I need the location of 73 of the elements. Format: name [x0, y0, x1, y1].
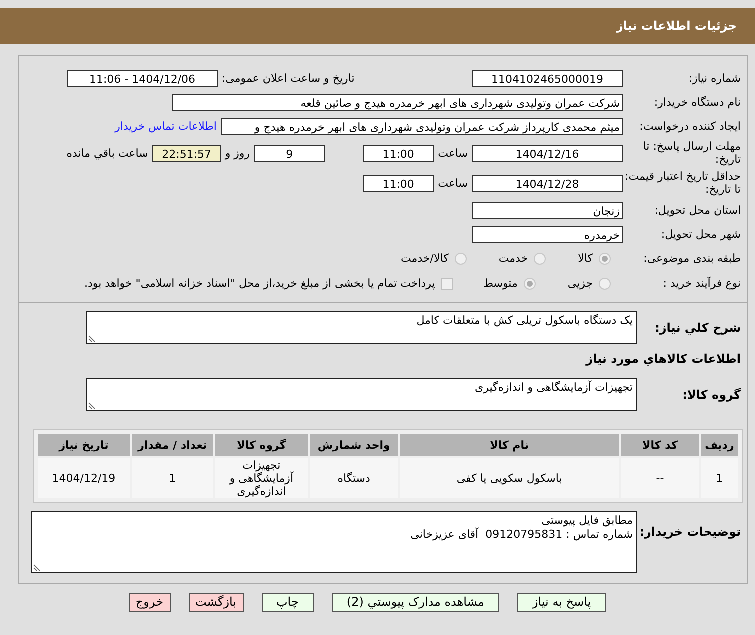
notes-line: مطابق فایل پیوستی [540, 514, 633, 528]
radio-label: جزیی [568, 277, 593, 290]
column-header: تعداد / مقدار [132, 434, 214, 456]
radio-label: متوسط [483, 277, 518, 290]
action-button[interactable]: بازگشت [188, 593, 244, 612]
field-label: نوع فرآیند خرید : [662, 277, 742, 290]
table-cell: دستگاه [310, 458, 398, 498]
radio-button[interactable] [599, 252, 611, 264]
table-cell: 1 [132, 458, 214, 498]
field-label: ساعت [437, 146, 469, 160]
field-label: ساعت باقي مانده [66, 146, 150, 160]
column-header: نام کالا [400, 434, 620, 456]
table-cell: 1404/12/19 [38, 458, 130, 498]
field-label: شهر محل تحویل: [660, 228, 742, 240]
page-title: جزئیات اطلاعات نیاز [616, 19, 737, 33]
city-field: خرمدره [472, 226, 623, 242]
field-label: شرح کلي نیاز: [654, 320, 742, 335]
radio-label: کالا/خدمت [401, 252, 449, 265]
field-label: نام دستگاه خریدار: [653, 96, 742, 108]
column-header: کد کالا [621, 434, 700, 456]
field-label: استان محل تحویل: [654, 204, 742, 216]
checkbox[interactable] [441, 278, 454, 290]
column-header: واحد شمارش [310, 434, 398, 456]
radio-button[interactable] [454, 252, 467, 264]
resize-grip-icon [33, 562, 42, 571]
radio-button[interactable] [599, 278, 611, 290]
action-button[interactable]: چاپ [262, 593, 314, 612]
announce-date-field: 1404/12/06 - 11:06 [67, 70, 218, 86]
validity-time-field: 11:00 [363, 174, 434, 192]
days-field: 9 [254, 144, 326, 162]
table-cell: باسکول سکویی یا کفی [400, 458, 620, 498]
resize-grip-icon [88, 400, 97, 409]
treasury-note: پرداخت تمام یا بخشی از مبلغ خرید،از محل "اسناد خزانه اسلامی" خواهد بود. [84, 277, 436, 290]
radio-label: کالا [578, 252, 593, 265]
requester-field: میثم محمدی کارپرداز شرکت عمران وتولیدی شهرداری های ابهر خرمدره هیدج و [221, 118, 623, 134]
field-label: ساعت [437, 176, 469, 190]
remaining-time-field: 22:51:57 [152, 144, 222, 162]
deadline-date-field: 1404/12/16 [472, 144, 623, 162]
section-title: اطلاعات کالاهاي مورد نیاز [584, 351, 742, 368]
table-cell: -- [621, 458, 700, 498]
field-label: حداقل تاریخ اعتبار قیمت: تا تاریخ: [624, 170, 742, 196]
field-label: گروه کالا: [682, 387, 742, 402]
action-button[interactable]: مشاهده مدارک پیوستي (2) [332, 593, 500, 612]
goods-group-box[interactable]: تجهیزات آزمایشگاهی و اندازه‌گیری [86, 378, 637, 411]
action-button[interactable]: پاسخ به نیاز [517, 593, 606, 612]
field-label: مهلت ارسال پاسخ: تا تاریخ: [642, 140, 742, 166]
column-header: ردیف [701, 434, 738, 456]
resize-grip-icon [88, 333, 97, 342]
province-field: زنجان [472, 202, 623, 218]
description-text: یک دستگاه باسکول تریلی کش با متعلقات کامل [416, 314, 633, 327]
column-header: تاریخ نیاز [38, 434, 130, 456]
buyer-contact-link[interactable]: اطلاعات تماس خریدار [115, 120, 217, 132]
field-label: ایجاد کننده درخواست: [638, 120, 742, 132]
field-label: شماره نیاز: [688, 72, 742, 84]
field-label: طبقه بندی موضوعی: [642, 252, 742, 265]
validity-date-field: 1404/12/28 [472, 174, 623, 192]
radio-button[interactable] [524, 278, 536, 290]
column-header: گروه کالا [215, 434, 308, 456]
action-button[interactable]: خروج [128, 593, 170, 612]
description-box[interactable]: یک دستگاه باسکول تریلی کش با متعلقات کامل [86, 311, 637, 344]
notes-line: شماره تماس : 09120795831 آقای عزیزخانی [410, 528, 633, 542]
deadline-time-field: 11:00 [363, 144, 434, 162]
goods-group-text: تجهیزات آزمایشگاهی و اندازه‌گیری [475, 381, 633, 394]
table-cell: تجهیزات آزمایشگاهی و اندازه‌گیری [215, 458, 308, 498]
radio-label: خدمت [498, 252, 528, 265]
table-cell: 1 [701, 458, 738, 498]
buyer-notes-box[interactable]: مطابق فایل پیوستی شماره تماس : 09120795831 آقای عزیزخانی [31, 511, 637, 573]
need-number-field: 1104102465000019 [472, 70, 623, 86]
field-label: توضیحات خریدار: [638, 524, 742, 539]
field-label: تاریخ و ساعت اعلان عمومی: [221, 72, 356, 84]
field-label: روز و [224, 146, 252, 160]
buyer-field: شرکت عمران وتولیدی شهرداری های ابهر خرمدره هیدج و صائین قلعه [172, 94, 623, 110]
radio-button[interactable] [534, 252, 546, 264]
